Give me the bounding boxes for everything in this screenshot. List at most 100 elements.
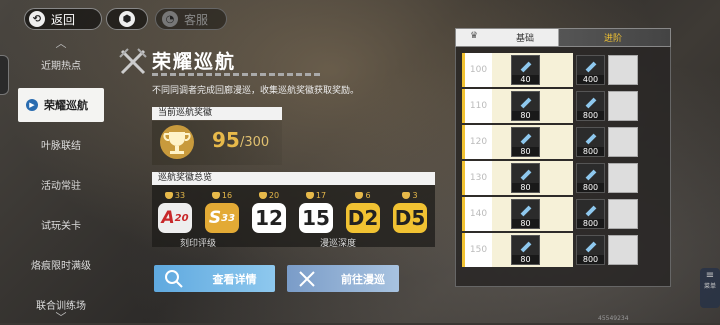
go-cruise-button[interactable]: 前往漫巡: [287, 265, 399, 292]
reward-item[interactable]: 80: [511, 199, 540, 229]
vial-icon: [520, 133, 532, 145]
reward-qty: 80: [512, 111, 539, 120]
rewards-header: ♛ 基础 进阶: [455, 28, 671, 47]
hamburger-icon: ≡: [705, 270, 715, 281]
reward-qty: 80: [512, 219, 539, 228]
sidebar-item-label: 叶脉联结: [41, 140, 81, 152]
overview-count: 6: [365, 191, 371, 200]
home-icon: ⬢: [119, 11, 135, 27]
reward-qty: 800: [577, 255, 604, 264]
reward-ticket[interactable]: [608, 199, 638, 229]
badge-icon: [355, 192, 364, 199]
sidebar-item-label: 荣耀巡航: [44, 99, 88, 112]
current-badge-max: /300: [240, 135, 270, 150]
reward-row[interactable]: 140 80 800: [462, 197, 665, 231]
reward-row[interactable]: 100 40 400: [462, 53, 665, 87]
vial-icon: [585, 61, 597, 73]
reward-ticket[interactable]: [608, 127, 638, 157]
vial-icon: [585, 205, 597, 217]
reward-ticket[interactable]: [608, 235, 638, 265]
overview-count: 20: [268, 191, 280, 200]
reward-level: 130: [462, 161, 492, 195]
rank-number: 20: [174, 212, 189, 224]
header-advanced: 进阶: [604, 34, 623, 44]
reward-item[interactable]: 400: [576, 55, 605, 85]
depth-value: D2: [346, 203, 380, 233]
sidebar-item-glory-cruise[interactable]: ▶ 荣耀巡航: [18, 88, 104, 122]
reward-item[interactable]: 800: [576, 199, 605, 229]
menu-button[interactable]: ≡ 菜单: [700, 268, 720, 308]
sidebar-item-label: 近期热点: [41, 60, 81, 72]
reward-item[interactable]: 800: [576, 235, 605, 265]
reward-ticket[interactable]: [608, 55, 638, 85]
back-icon: ⟲: [29, 11, 45, 27]
reward-item[interactable]: 800: [576, 91, 605, 121]
badge-icon: [164, 192, 173, 199]
reward-item[interactable]: 80: [511, 127, 540, 157]
vial-icon: [585, 169, 597, 181]
reward-item[interactable]: 80: [511, 91, 540, 121]
badge-icon: [211, 192, 220, 199]
overview-count: 33: [174, 191, 186, 200]
vial-icon: [520, 205, 532, 217]
overview-rank-a: 33 A 20: [154, 191, 196, 233]
reward-ticket[interactable]: [608, 91, 638, 121]
reward-item[interactable]: 800: [576, 163, 605, 193]
service-button[interactable]: ◔ 客服: [155, 8, 227, 30]
reward-qty: 80: [512, 147, 539, 156]
title-underline: [152, 73, 322, 76]
reward-row[interactable]: 130 80 800: [462, 161, 665, 195]
header-base: 基础: [516, 34, 535, 44]
sidebar-item-label: 活动常驻: [41, 180, 81, 192]
vial-icon: [585, 133, 597, 145]
overview-count: 17: [315, 191, 327, 200]
sidebar-item-hot[interactable]: 近期热点: [18, 48, 104, 80]
overview-depth-12: 20 12: [248, 191, 290, 233]
reward-row[interactable]: 120 80 800: [462, 125, 665, 159]
view-details-button[interactable]: 查看详情: [154, 265, 275, 292]
sidebar-item-trial[interactable]: 试玩关卡: [18, 208, 104, 240]
depth-value: 12: [252, 203, 286, 233]
vial-icon: [520, 61, 532, 73]
reward-item[interactable]: 40: [511, 55, 540, 85]
menu-label: 菜单: [703, 283, 716, 290]
reward-item[interactable]: 80: [511, 163, 540, 193]
sidebar-item-label: 试玩关卡: [41, 220, 81, 232]
crossed-swords-icon: [293, 268, 321, 290]
reward-row[interactable]: 110 80 800: [462, 89, 665, 123]
crossed-swords-icon: [119, 48, 147, 75]
reward-qty: 800: [577, 183, 604, 192]
rank-rating-label: 刻印评级: [180, 239, 217, 249]
service-label: 客服: [184, 12, 209, 27]
sidebar-item-max-level[interactable]: 烙痕限时满级: [18, 248, 104, 280]
reward-row[interactable]: 150 80 800: [462, 233, 665, 267]
page-description: 不同同调者完成回廊漫巡，收集巡航奖徽获取奖励。: [152, 86, 360, 96]
reward-level: 150: [462, 233, 492, 267]
back-label: 返回: [51, 12, 76, 27]
reward-level: 100: [462, 53, 492, 87]
reward-qty: 40: [512, 75, 539, 84]
reward-level: 140: [462, 197, 492, 231]
sidebar-item-label: 烙痕限时满级: [31, 260, 91, 272]
current-badge-value: 95: [212, 128, 240, 152]
reward-ticket[interactable]: [608, 163, 638, 193]
current-badge-label: 当前巡航奖徽: [152, 107, 282, 120]
left-edge-tab[interactable]: [0, 55, 9, 95]
reward-level: 110: [462, 89, 492, 123]
overview-depth-d2: 6 D2: [342, 191, 384, 233]
reward-item[interactable]: 800: [576, 127, 605, 157]
view-details-label: 查看详情: [212, 272, 257, 286]
home-button[interactable]: ⬢: [106, 8, 148, 30]
sidebar-item-leaf-link[interactable]: 叶脉联结: [18, 128, 104, 160]
sidebar-item-events[interactable]: 活动常驻: [18, 168, 104, 200]
badge-icon: [305, 192, 314, 199]
reward-qty: 800: [577, 111, 604, 120]
back-button[interactable]: ⟲ 返回: [24, 8, 102, 30]
rank-number: 33: [221, 212, 236, 224]
overview-depth-15: 17 15: [295, 191, 337, 233]
reward-item[interactable]: 80: [511, 235, 540, 265]
play-icon: ▶: [26, 99, 38, 111]
rank-letter: S: [208, 208, 222, 228]
headset-icon: ◔: [162, 11, 178, 27]
overview-depth-d5: 3 D5: [389, 191, 431, 233]
